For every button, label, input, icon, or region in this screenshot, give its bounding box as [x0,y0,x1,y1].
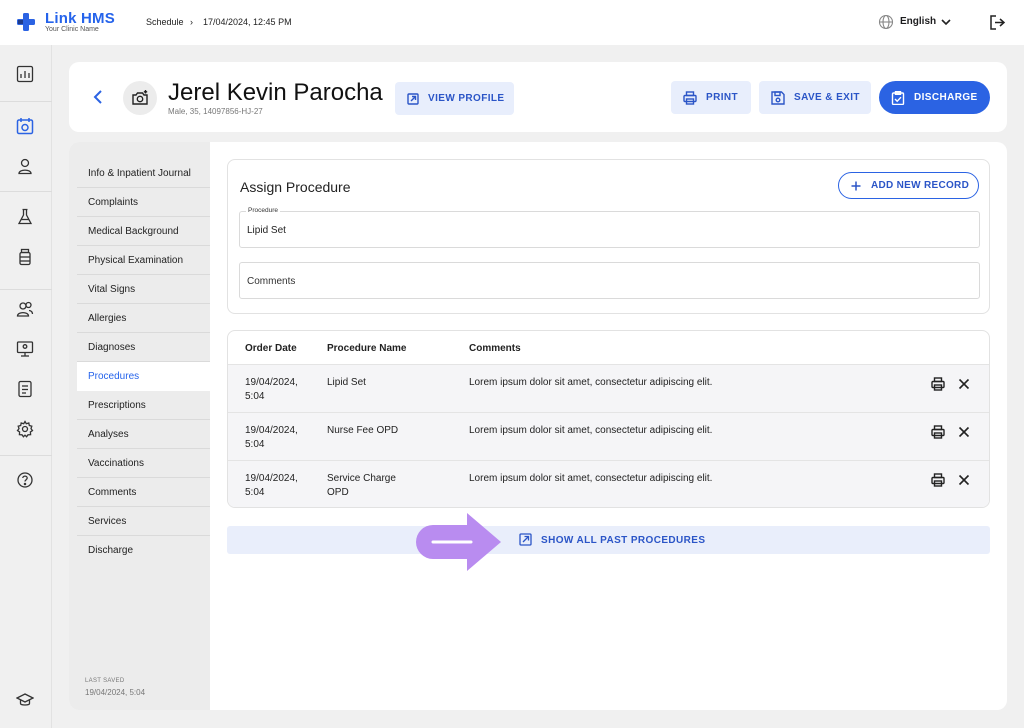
procedure-name: Service Charge [327,473,396,484]
procedure-comment: Lorem ipsum dolor sit amet, consectetur … [469,473,713,484]
external-link-icon [407,92,419,105]
language-selector[interactable]: English [900,16,936,27]
order-time: 5:04 [245,487,265,498]
help-icon[interactable] [16,471,34,489]
last-saved-label: LAST SAVED [85,678,125,684]
sidebar-item-diagnoses[interactable]: Diagnoses [77,333,210,362]
main-panel: Info & Inpatient Journal Complaints Medi… [69,142,1007,710]
procedure-comment: Lorem ipsum dolor sit amet, consectetur … [469,377,713,388]
printer-icon[interactable] [931,473,945,487]
monitor-icon[interactable] [16,340,34,358]
plus-icon [851,181,861,190]
report-icon[interactable] [16,380,34,398]
order-time: 5:04 [245,391,265,402]
procedures-table: Order Date Procedure Name Comments 19/04… [227,330,990,508]
printer-icon[interactable] [931,377,945,391]
column-header-procedure-name: Procedure Name [327,343,407,354]
chevron-down-icon[interactable] [940,16,952,28]
procedure-name: Nurse Fee OPD [327,425,399,436]
add-new-record-label: ADD NEW RECORD [871,180,970,191]
clipboard-check-icon [891,90,905,105]
highlight-arrow-icon [416,513,501,571]
procedure-name-line2: OPD [327,487,349,498]
table-row[interactable]: 19/04/2024, 5:04 Lipid Set Lorem ipsum do… [228,364,989,412]
save-exit-label: SAVE & EXIT [794,92,860,103]
view-profile-label: VIEW PROFILE [428,93,505,104]
comments-placeholder: Comments [247,276,296,287]
table-row[interactable]: 19/04/2024, 5:04 Nurse Fee OPD Lorem ipsu… [228,412,989,460]
close-icon[interactable] [957,377,971,391]
order-date: 19/04/2024, [245,473,298,484]
top-bar: Link HMS Your Clinic Name Schedule › 17/… [0,0,1024,45]
breadcrumb-separator: › [190,17,193,27]
printer-icon [683,90,697,105]
sidebar-item-analyses[interactable]: Analyses [77,420,210,449]
print-label: PRINT [706,92,738,103]
sidebar-item-vital-signs[interactable]: Vital Signs [77,275,210,304]
logo-cross-icon [17,13,35,31]
add-photo-icon [132,90,148,105]
save-icon [771,90,785,105]
procedure-name: Lipid Set [327,377,366,388]
patient-header: Jerel Kevin Parocha Male, 35, 14097856-H… [69,62,1007,132]
globe-icon[interactable] [878,14,894,30]
sidebar-item-comments[interactable]: Comments [77,478,210,507]
print-button[interactable]: PRINT [671,81,751,114]
sidebar-item-info-journal[interactable]: Info & Inpatient Journal [77,159,210,188]
procedure-field-value: Lipid Set [247,225,286,236]
save-exit-button[interactable]: SAVE & EXIT [759,81,871,114]
settings-icon[interactable] [16,420,34,438]
dashboard-icon[interactable] [16,65,34,83]
section-sidebar: Info & Inpatient Journal Complaints Medi… [69,142,210,710]
discharge-label: DISCHARGE [914,92,978,103]
patient-name: Jerel Kevin Parocha [168,79,383,106]
printer-icon[interactable] [931,425,945,439]
flask-icon[interactable] [16,208,34,226]
procedure-field-label: Procedure [246,207,280,214]
calendar-icon[interactable] [16,117,34,135]
users-icon[interactable] [16,300,34,318]
sidebar-item-complaints[interactable]: Complaints [77,188,210,217]
show-all-past-procedures-label: SHOW ALL PAST PROCEDURES [541,535,706,546]
external-link-icon [519,533,532,546]
graduation-cap-icon[interactable] [16,691,34,709]
patient-meta: Male, 35, 14097856-HJ-27 [168,107,263,116]
close-icon[interactable] [957,473,971,487]
assign-procedure-title: Assign Procedure [240,179,351,195]
breadcrumb-datetime: 17/04/2024, 12:45 PM [203,17,292,27]
app-name: Link HMS [45,10,115,27]
assign-procedure-card: Assign Procedure ADD NEW RECORD Procedur… [227,159,990,314]
back-arrow-icon[interactable] [91,90,105,104]
comments-field[interactable]: Comments [239,262,980,299]
sidebar-item-services[interactable]: Services [77,507,210,536]
column-header-order-date: Order Date [245,343,297,354]
table-row[interactable]: 19/04/2024, 5:04 Service Charge OPD Lorem … [228,460,989,507]
view-profile-button[interactable]: VIEW PROFILE [395,82,514,115]
icon-rail [0,45,52,728]
breadcrumb-schedule[interactable]: Schedule [146,17,184,27]
procedure-field[interactable]: Procedure Lipid Set [239,207,980,248]
user-icon[interactable] [16,157,34,175]
last-saved-value: 19/04/2024, 5:04 [85,688,146,697]
sidebar-item-discharge[interactable]: Discharge [77,536,210,565]
order-time: 5:04 [245,439,265,450]
logout-icon[interactable] [989,14,1006,31]
column-header-comments: Comments [469,343,521,354]
medicine-bottle-icon[interactable] [16,248,34,266]
sidebar-item-procedures[interactable]: Procedures [77,362,210,391]
close-icon[interactable] [957,425,971,439]
patient-photo-button[interactable] [123,81,157,115]
add-new-record-button[interactable]: ADD NEW RECORD [838,172,979,199]
show-all-past-procedures-button[interactable]: SHOW ALL PAST PROCEDURES [227,526,990,554]
sidebar-item-prescriptions[interactable]: Prescriptions [77,391,210,420]
sidebar-item-allergies[interactable]: Allergies [77,304,210,333]
sidebar-item-medical-background[interactable]: Medical Background [77,217,210,246]
sidebar-item-physical-examination[interactable]: Physical Examination [77,246,210,275]
order-date: 19/04/2024, [245,425,298,436]
sidebar-item-vaccinations[interactable]: Vaccinations [77,449,210,478]
order-date: 19/04/2024, [245,377,298,388]
clinic-name: Your Clinic Name [45,26,99,33]
discharge-button[interactable]: DISCHARGE [879,81,990,114]
procedure-comment: Lorem ipsum dolor sit amet, consectetur … [469,425,713,436]
